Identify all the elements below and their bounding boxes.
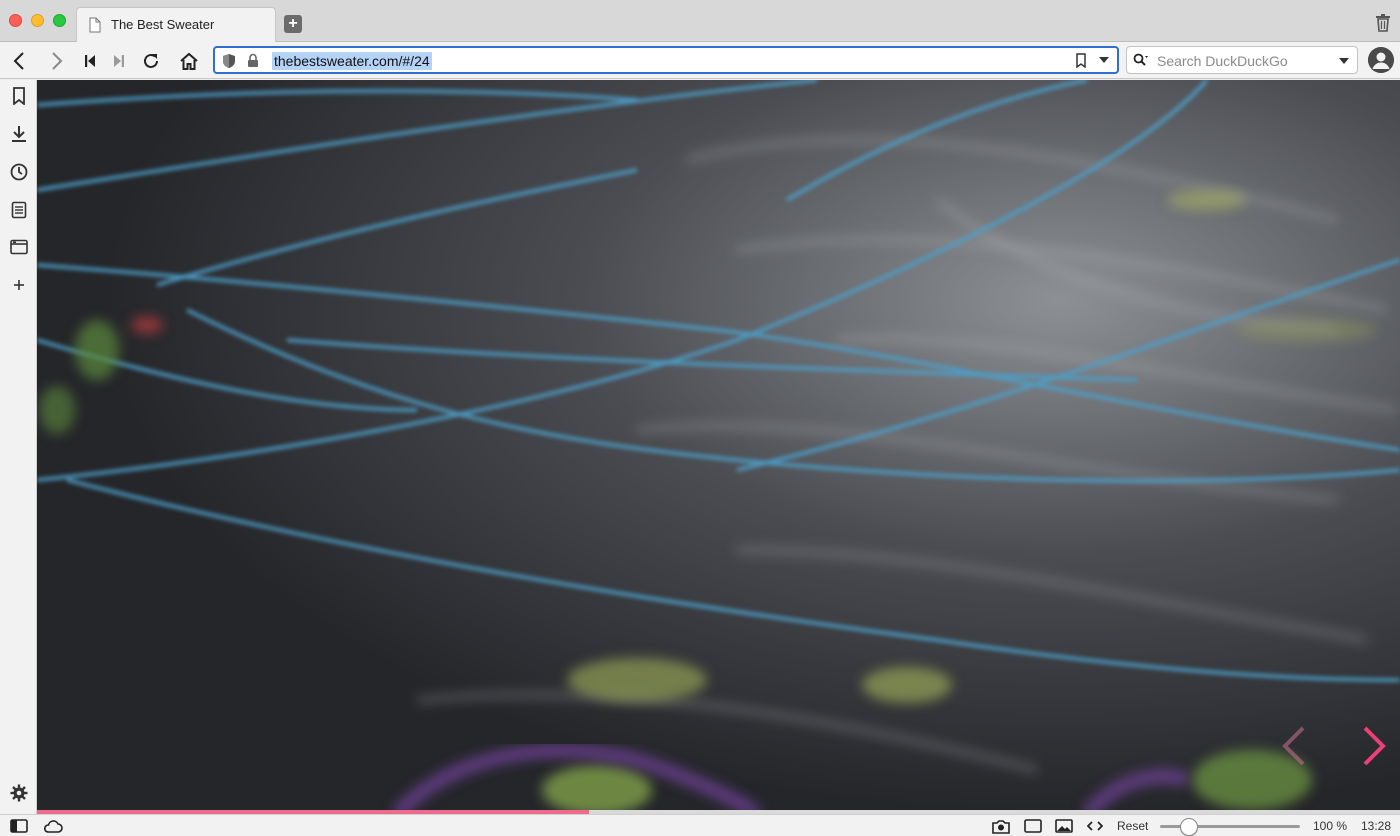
user-icon [1368,47,1394,73]
crayon-drawing-photo [37,80,1400,814]
search-field[interactable]: Search DuckDuckGo [1126,46,1358,74]
window-icon [10,239,28,255]
home-icon [180,52,198,70]
images-icon [1055,819,1073,833]
lock-icon[interactable] [247,53,259,68]
next-slide-arrow[interactable] [1355,724,1391,768]
address-dropdown-icon[interactable] [1099,57,1109,63]
reload-button[interactable] [140,50,162,72]
new-tab-button[interactable]: + [284,15,302,33]
previous-slide-arrow[interactable] [1277,724,1313,768]
shield-icon[interactable] [222,53,236,69]
sync-button[interactable] [43,818,63,834]
add-panel-button[interactable] [9,275,29,295]
url-text[interactable]: thebestsweater.com/#/24 [272,52,432,70]
profile-avatar[interactable] [1368,47,1394,73]
zoom-window-button[interactable] [53,14,66,27]
browser-window: The Best Sweater + thebestsweater.com/#/… [0,0,1400,836]
bookmarks-panel-button[interactable] [9,86,29,106]
tab-bar: The Best Sweater + [0,0,1400,43]
tiling-icon [1024,819,1042,833]
sync-cloud-icon [43,819,63,833]
clock: 13:28 [1361,819,1392,833]
panel-toggle-icon [10,819,28,833]
page-actions-icon [1087,821,1103,831]
web-content [37,80,1400,814]
address-toolbar: thebestsweater.com/#/24 Search DuckDuckG… [0,42,1400,79]
notes-icon [11,201,27,219]
downloads-icon [12,126,26,142]
zoom-reset-button[interactable]: Reset [1117,819,1148,833]
bookmark-icon[interactable] [1075,53,1087,68]
page-icon [89,17,101,33]
close-window-button[interactable] [9,14,22,27]
settings-button[interactable] [9,783,29,803]
back-icon [13,52,24,70]
bookmarks-icon [13,87,25,105]
minimize-window-button[interactable] [31,14,44,27]
search-placeholder: Search DuckDuckGo [1157,53,1288,69]
zoom-slider-thumb[interactable] [1180,818,1199,836]
capture-icon [992,819,1010,834]
forward-icon [52,52,63,70]
address-bar[interactable]: thebestsweater.com/#/24 [213,46,1119,74]
tab-title: The Best Sweater [111,17,215,32]
capture-button[interactable] [991,818,1011,834]
page-actions-button[interactable] [1086,818,1104,834]
rewind-button[interactable] [79,50,101,72]
reload-icon [144,53,158,68]
status-bar: Reset 100 % 13:28 [0,814,1400,836]
search-icon [1133,53,1148,66]
window-panel-button[interactable] [9,237,29,257]
history-icon [10,163,28,181]
tiling-button[interactable] [1023,818,1043,834]
search-engine-dropdown-icon[interactable] [1339,58,1349,64]
fast-forward-button[interactable] [108,50,130,72]
add-panel-icon [14,280,24,290]
side-panel [0,80,37,814]
fast-forward-icon [114,55,124,67]
forward-button[interactable] [46,50,68,72]
rewind-icon [85,55,95,67]
panel-toggle-button[interactable] [10,818,28,834]
history-panel-button[interactable] [9,162,29,182]
notes-panel-button[interactable] [9,200,29,220]
home-button[interactable] [178,50,200,72]
settings-icon [10,784,28,802]
downloads-panel-button[interactable] [9,124,29,144]
images-toggle-button[interactable] [1054,818,1074,834]
trash-icon[interactable] [1375,14,1391,32]
back-button[interactable] [8,50,30,72]
zoom-level: 100 % [1313,819,1348,833]
tab-active[interactable]: The Best Sweater [76,7,276,43]
